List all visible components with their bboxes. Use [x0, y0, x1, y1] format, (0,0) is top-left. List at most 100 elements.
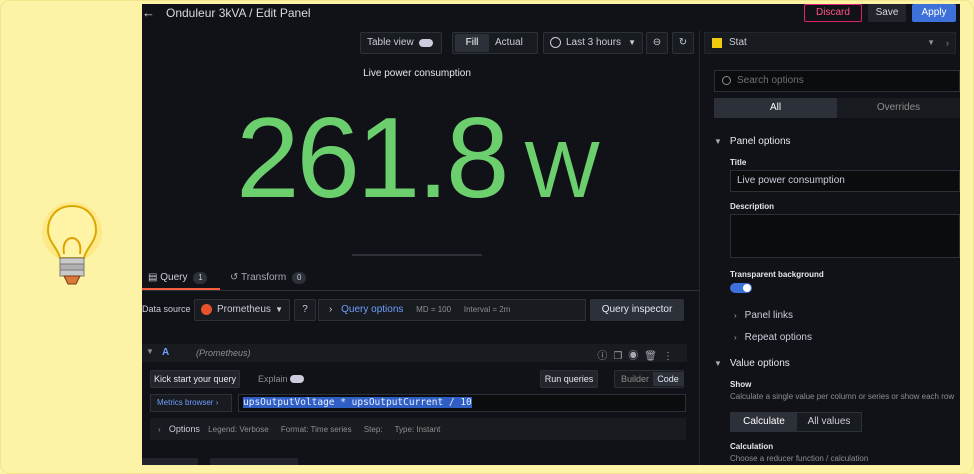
refresh-button[interactable]: ↻ [672, 32, 694, 54]
builder-mode-button[interactable]: Builder [621, 374, 649, 384]
query-row-header[interactable]: ▼ A (Prometheus) ⓘ❐◉🗑⋮ [142, 344, 687, 362]
add-query-button[interactable] [142, 458, 198, 465]
code-mode-button[interactable]: Code [653, 372, 683, 386]
arrow-left-icon[interactable]: ← [142, 5, 155, 20]
panel-title: Live power consumption [363, 68, 471, 79]
zoom-out-button[interactable]: ⊖ [646, 32, 668, 54]
help-icon[interactable]: ⓘ [597, 351, 613, 362]
all-values-option[interactable]: All values [797, 413, 861, 431]
edit-panel-header: ← Onduleur 3kVA / Edit Panel Discard Sav… [142, 4, 960, 24]
datasource-select[interactable]: Prometheus ▼ [194, 299, 290, 321]
format-option: Format: Time series [280, 425, 352, 434]
panel-links-section[interactable]: › Panel links [734, 310, 793, 321]
stat-unit: W [524, 125, 600, 214]
search-options-input[interactable]: Search options [714, 70, 960, 92]
switch-knob [743, 284, 751, 292]
eye-icon[interactable]: ◉ [628, 351, 644, 362]
datasource-label: Data source [142, 304, 191, 314]
tab-transform[interactable]: ↺ Transform 0 [230, 272, 307, 284]
description-input[interactable] [730, 214, 960, 258]
datasource-help-button[interactable]: ? [294, 299, 316, 321]
query-editor: Kick start your query Explain Run querie… [142, 362, 687, 442]
apply-button[interactable]: Apply [912, 4, 956, 22]
chevron-down-icon: ▼ [628, 38, 636, 47]
pane-splitter[interactable] [699, 30, 700, 465]
tabs-divider [142, 290, 699, 291]
step-option: Step: [363, 425, 383, 434]
max-datapoints: MD = 100 [416, 305, 452, 314]
promql-expression: upsOutputVoltage * upsOutputCurrent / 10 [243, 397, 472, 408]
chevron-down-icon: ▼ [714, 359, 722, 368]
lightbulb-icon [42, 202, 102, 285]
table-view-toggle[interactable]: Table view [360, 32, 442, 54]
duplicate-icon[interactable]: ❐ [613, 351, 628, 362]
tab-query-label: Query [160, 272, 188, 283]
transparent-switch[interactable] [730, 283, 752, 293]
query-ref-id[interactable]: A [162, 347, 169, 358]
metrics-browser-label: Metrics browser [157, 398, 214, 407]
chevron-right-icon: › [734, 311, 737, 320]
panel-resize-handle[interactable] [352, 254, 482, 256]
tab-transform-label: Transform [241, 272, 287, 283]
legend-option: Legend: Verbose [208, 425, 269, 434]
query-row-actions[interactable]: ⓘ❐◉🗑⋮ [597, 347, 679, 362]
discard-button[interactable]: Discard [804, 4, 862, 22]
tab-query[interactable]: ▤ Query 1 [148, 272, 208, 284]
title-label: Title [730, 158, 747, 167]
fit-mode-group: Fill Actual [452, 32, 538, 54]
options-pane: Stat ▼ › Search options All Overrides ▼ P… [704, 28, 960, 465]
add-expression-button[interactable] [210, 458, 298, 465]
query-count-badge: 1 [193, 272, 208, 284]
kick-start-button[interactable]: Kick start your query [150, 370, 240, 388]
save-button[interactable]: Save [868, 4, 906, 22]
visualization-name: Stat [729, 37, 747, 48]
trash-icon[interactable]: 🗑 [644, 351, 663, 362]
transform-icon: ↺ [230, 272, 239, 283]
promql-input[interactable]: upsOutputVoltage * upsOutputCurrent / 10 [238, 394, 686, 412]
visualization-picker[interactable]: Stat ▼ › [704, 32, 956, 54]
type-option: Type: Instant [394, 425, 441, 434]
time-range-picker[interactable]: Last 3 hours ▼ [543, 32, 643, 54]
calculation-description: Choose a reducer function / calculation [730, 454, 869, 463]
stat-viz-icon [712, 38, 722, 48]
interval: Interval = 2m [463, 305, 511, 314]
toggle-switch[interactable] [419, 39, 433, 47]
show-mode-toggle: Calculate All values [730, 412, 862, 432]
value-options-section[interactable]: ▼ Value options [714, 358, 790, 369]
query-options-row[interactable]: › Options Legend: Verbose Format: Time s… [150, 418, 686, 440]
panel-links-label: Panel links [744, 310, 794, 321]
show-label: Show [730, 380, 752, 389]
query-inspector-button[interactable]: Query inspector [590, 299, 684, 321]
calculate-option[interactable]: Calculate [731, 413, 797, 431]
show-description: Calculate a single value per column or s… [730, 392, 955, 401]
options-label: Options [168, 424, 200, 434]
query-datasource-name: (Prometheus) [196, 348, 251, 358]
chevron-right-icon: › [158, 425, 161, 434]
editor-mode-toggle: Builder Code [614, 370, 684, 388]
panel-options-label: Panel options [729, 136, 791, 147]
explain-toggle[interactable] [290, 375, 304, 383]
panel-options-section[interactable]: ▼ Panel options [714, 136, 791, 147]
value-options-label: Value options [729, 358, 790, 369]
datasource-row: Data source Prometheus ▼ ? › Query optio… [142, 298, 699, 322]
chevron-right-icon[interactable]: › [946, 33, 949, 53]
drag-handle-icon[interactable]: ⋮ [663, 351, 679, 362]
fill-button[interactable]: Fill [455, 34, 489, 52]
stat-number: 261.8 [236, 95, 509, 222]
options-tabs: All Overrides [714, 98, 960, 118]
tab-all[interactable]: All [714, 98, 837, 118]
actual-button[interactable]: Actual [495, 33, 523, 53]
chevron-right-icon: › [329, 304, 333, 315]
grafana-screenshot: ← Onduleur 3kVA / Edit Panel Discard Sav… [142, 4, 960, 465]
calculation-label: Calculation [730, 442, 774, 451]
zoom-out-icon: ⊖ [652, 37, 662, 48]
query-options-toggle[interactable]: › Query options MD = 100 Interval = 2m [318, 299, 586, 321]
chevron-down-icon[interactable]: ▼ [146, 347, 154, 356]
description-label: Description [730, 202, 775, 211]
transparent-label: Transparent background [730, 270, 824, 279]
metrics-browser-button[interactable]: Metrics browser › [150, 394, 232, 412]
title-input[interactable]: Live power consumption [730, 170, 960, 192]
repeat-options-section[interactable]: › Repeat options [734, 332, 812, 343]
tab-overrides[interactable]: Overrides [837, 98, 960, 118]
run-queries-button[interactable]: Run queries [540, 370, 598, 388]
